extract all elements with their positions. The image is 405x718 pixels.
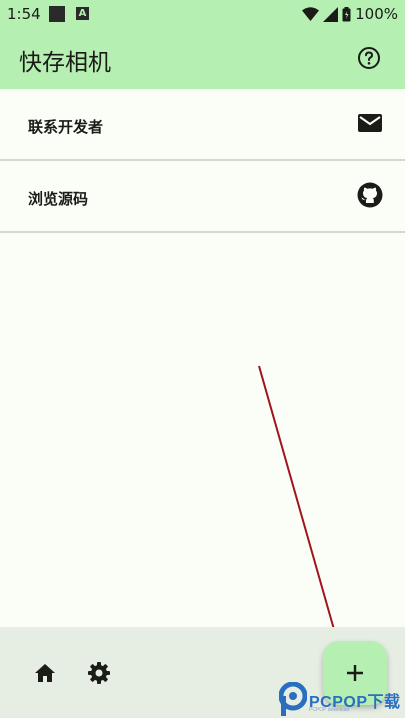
watermark: PCPOP下载 PCPOP download [279, 680, 405, 718]
email-icon [358, 114, 382, 132]
notification-square-icon [49, 6, 65, 22]
watermark-logo-icon [279, 682, 307, 716]
status-right: 100% [302, 5, 398, 23]
app-a-icon: A [76, 7, 89, 20]
list-item-contact-developer[interactable]: 联系开发者 [0, 89, 405, 161]
github-icon [357, 182, 383, 208]
signal-icon [323, 6, 339, 22]
home-icon[interactable] [33, 661, 57, 685]
menu-list: 联系开发者 浏览源码 [0, 89, 405, 233]
gear-icon[interactable] [87, 661, 111, 685]
battery-icon [342, 6, 351, 21]
help-circle-icon[interactable] [357, 46, 381, 70]
list-item-label: 浏览源码 [28, 190, 89, 208]
status-time: 1:54 [7, 5, 41, 23]
wifi-icon [302, 7, 320, 21]
page-title: 快存相机 [19, 50, 111, 76]
list-item-label: 联系开发者 [28, 118, 104, 136]
watermark-subtext: PCPOP download [309, 707, 350, 713]
status-bar: 1:54 A 100% [0, 0, 405, 29]
list-item-browse-source[interactable]: 浏览源码 [0, 161, 405, 233]
app-bar: 快存相机 [0, 29, 405, 89]
battery-level: 100% [355, 5, 398, 23]
